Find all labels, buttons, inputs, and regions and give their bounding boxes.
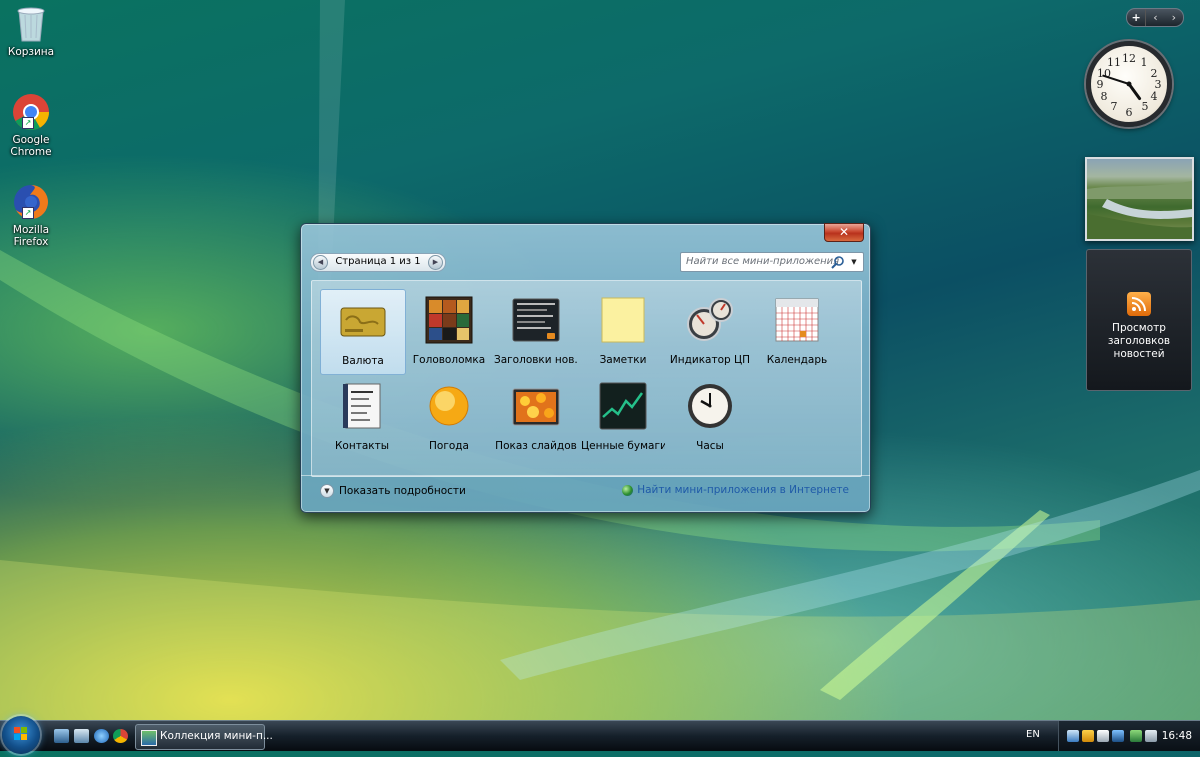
- svg-text:7: 7: [1111, 100, 1118, 113]
- slideshow-icon: [512, 388, 560, 426]
- desktop-icon-label: Mozilla Firefox: [12, 224, 50, 248]
- calendar-icon: [775, 298, 819, 342]
- desktop-icon-label: Корзина: [7, 46, 55, 58]
- chevron-down-icon: ▼: [320, 484, 334, 498]
- footer-divider: [301, 475, 870, 476]
- svg-text:1: 1: [1141, 56, 1148, 69]
- security-shield-icon[interactable]: [1082, 730, 1094, 742]
- gadget-tile-contacts[interactable]: Контакты: [320, 375, 404, 459]
- gadget-name: Календарь: [766, 354, 828, 366]
- gadget-tile-headlines[interactable]: Заголовки нов...: [494, 289, 578, 373]
- contacts-icon: [343, 383, 381, 429]
- svg-text:11: 11: [1107, 56, 1121, 69]
- landscape-photo: [1087, 181, 1192, 239]
- show-desktop-icon[interactable]: [54, 729, 69, 743]
- gadget-tile-stocks[interactable]: Ценные бумаги: [581, 375, 665, 459]
- search-dropdown-button[interactable]: ▼: [847, 253, 861, 271]
- desktop-icon-chrome[interactable]: ↗ Google Chrome: [2, 93, 60, 158]
- taskbar-button-gadget-gallery[interactable]: Коллекция мини-п...: [135, 724, 273, 750]
- clock-icon: [688, 384, 732, 428]
- shortcut-arrow-icon: ↗: [22, 207, 34, 219]
- gadget-search-input[interactable]: Найти все мини-приложения ▼: [680, 252, 864, 272]
- gadget-name: Валюта: [342, 355, 384, 367]
- stocks-icon: [599, 382, 647, 430]
- cpu-meter-icon: [687, 298, 733, 341]
- gadget-name: Индикатор ЦП: [669, 354, 751, 366]
- gadget-name: Часы: [696, 440, 724, 452]
- add-gadget-button[interactable]: +: [1127, 9, 1147, 26]
- svg-text:4: 4: [1151, 90, 1158, 103]
- desktop-icon-firefox[interactable]: ↗ Mozilla Firefox: [2, 183, 60, 248]
- globe-icon: [622, 484, 634, 496]
- speaker-icon[interactable]: [1145, 730, 1157, 742]
- gadget-tile-weather[interactable]: Погода: [407, 375, 491, 459]
- network-tray-icon[interactable]: [1067, 730, 1079, 742]
- gadget-tile-slideshow[interactable]: Показ слайдов: [494, 375, 578, 459]
- sidebar-tray-icon[interactable]: [1112, 730, 1124, 742]
- gadget-name: Ценные бумаги: [581, 440, 665, 452]
- weather-icon: [429, 386, 469, 426]
- feed-gadget-title: Просмотр заголовков новостей: [1107, 322, 1171, 360]
- gadget-gallery-app-icon: [141, 730, 157, 746]
- gadget-tile-currency[interactable]: Валюта: [320, 289, 406, 375]
- feed-headlines-gadget[interactable]: Просмотр заголовков новостей: [1086, 249, 1192, 391]
- rss-icon: [1127, 292, 1151, 316]
- search-icon[interactable]: [831, 255, 845, 269]
- show-details-label: Показать подробности: [339, 485, 466, 497]
- puzzle-icon: [425, 296, 473, 344]
- desktop-icon-recycle-bin[interactable]: Корзина: [2, 3, 60, 58]
- gadget-tile-calendar[interactable]: Календарь: [755, 289, 839, 373]
- page-label: Страница 1 из 1: [335, 256, 421, 267]
- headlines-icon: [512, 298, 560, 342]
- clock-face-icon: 12 12 345 678 91011: [1097, 52, 1162, 119]
- svg-text:5: 5: [1142, 100, 1149, 113]
- svg-text:12: 12: [1122, 52, 1136, 65]
- gadget-tile-notes[interactable]: Заметки: [581, 289, 665, 373]
- clock-gadget[interactable]: 12 1 2 345 678 9 10 11: [1086, 41, 1172, 127]
- online-link-label: Найти мини-приложения в Интернете: [637, 484, 849, 496]
- page-navigator: ◀ Страница 1 из 1 ▶: [310, 253, 446, 272]
- gadget-name: Контакты: [334, 440, 390, 452]
- svg-text:8: 8: [1101, 90, 1108, 103]
- update-tray-icon[interactable]: [1097, 730, 1109, 742]
- gadget-tile-cpu-meter[interactable]: Индикатор ЦП: [668, 289, 752, 373]
- gadget-tile-clock[interactable]: Часы: [668, 375, 752, 459]
- currency-icon: [340, 307, 386, 337]
- internet-explorer-icon[interactable]: [94, 729, 109, 743]
- desktop-icon-label: Google Chrome: [10, 134, 52, 158]
- recycle-bin-icon: [17, 7, 45, 42]
- gadget-name: Показ слайдов: [495, 440, 577, 452]
- sidebar-next-button[interactable]: ›: [1165, 9, 1183, 26]
- taskbar-button-label: Коллекция мини-п...: [160, 730, 273, 742]
- show-details-button[interactable]: ▼ Показать подробности: [320, 484, 466, 498]
- get-gadgets-online-link[interactable]: Найти мини-приложения в Интернете: [622, 484, 849, 496]
- slideshow-gadget[interactable]: [1085, 157, 1194, 241]
- search-placeholder: Найти все мини-приложения: [686, 256, 840, 267]
- sidebar-controls: + ‹ ›: [1126, 8, 1184, 27]
- volume-tray-icon[interactable]: [1130, 730, 1142, 742]
- svg-text:6: 6: [1126, 106, 1133, 119]
- clock-time[interactable]: 16:48: [1162, 730, 1192, 742]
- gadget-grid: Валюта Головоломка Заголовки нов... Заме…: [311, 280, 862, 477]
- switch-windows-icon[interactable]: [74, 729, 89, 743]
- system-tray: 16:48: [1058, 721, 1200, 751]
- gadget-name: Заголовки нов...: [494, 354, 578, 366]
- sidebar-prev-button[interactable]: ‹: [1146, 9, 1164, 26]
- gadget-name: Головоломка: [412, 354, 486, 366]
- gadget-tile-puzzle[interactable]: Головоломка: [407, 289, 491, 373]
- page-next-button[interactable]: ▶: [428, 255, 443, 270]
- gadget-name: Заметки: [599, 354, 647, 366]
- windows-logo-icon: [14, 727, 27, 740]
- shortcut-arrow-icon: ↗: [22, 117, 34, 129]
- close-button[interactable]: ✕: [824, 223, 864, 242]
- start-button[interactable]: [2, 716, 40, 754]
- language-indicator[interactable]: EN: [1026, 729, 1040, 740]
- gadget-gallery-window: ✕ ◀ Страница 1 из 1 ▶ Найти все мини-при…: [300, 223, 871, 513]
- notes-icon: [601, 297, 645, 343]
- taskbar: Коллекция мини-п... EN 16:48: [0, 716, 1200, 754]
- chrome-quicklaunch-icon[interactable]: [113, 729, 128, 743]
- gadget-name: Погода: [429, 440, 469, 452]
